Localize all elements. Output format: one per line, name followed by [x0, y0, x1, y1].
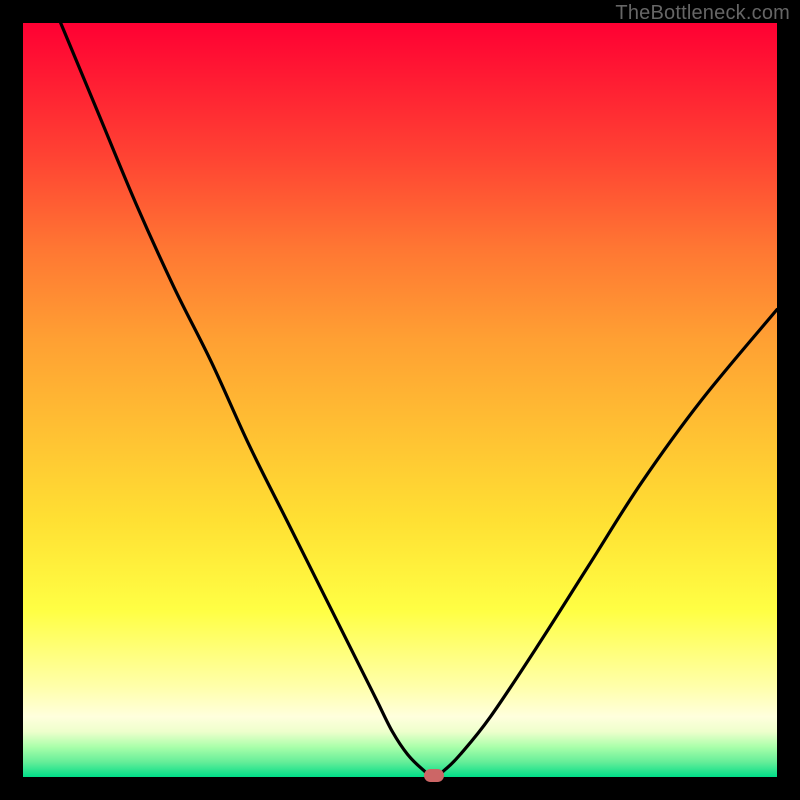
- watermark-text: TheBottleneck.com: [615, 2, 790, 25]
- bottleneck-curve: [61, 23, 777, 777]
- curve-svg: [23, 23, 777, 777]
- optimal-point-marker: [424, 769, 444, 782]
